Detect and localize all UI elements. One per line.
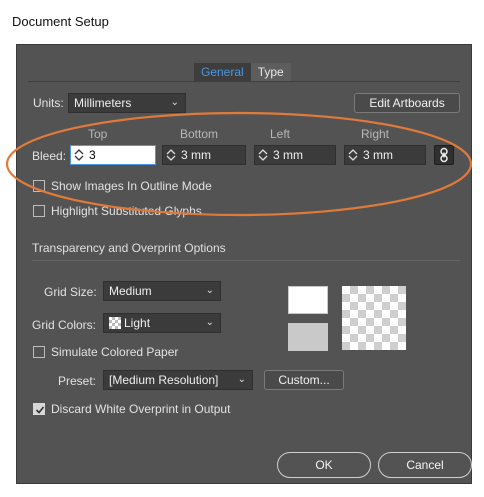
chain-link-icon <box>440 147 448 163</box>
bleed-left-value: 3 mm <box>273 148 303 162</box>
discard-white-label: Discard White Overprint in Output <box>51 402 231 416</box>
highlight-glyphs-checkbox[interactable] <box>33 205 45 217</box>
bleed-left-label: Left <box>270 127 291 141</box>
grid-colors-value: Light <box>124 316 151 330</box>
grid-size-label: Grid Size: <box>44 285 97 299</box>
grid-size-value: Medium <box>109 284 152 298</box>
discard-white-checkbox[interactable] <box>33 403 45 415</box>
paper-color-swatch[interactable] <box>288 286 328 314</box>
tab-type[interactable]: Type <box>250 63 291 81</box>
bleed-right-value: 3 mm <box>363 148 393 162</box>
units-label: Units: <box>33 96 64 110</box>
units-select[interactable]: Millimeters ⌄ <box>68 93 186 113</box>
bleed-bottom-label: Bottom <box>180 127 219 141</box>
units-value: Millimeters <box>74 96 132 110</box>
checkerboard-icon <box>109 317 121 329</box>
title-bar: Document Setup <box>0 0 484 42</box>
checkmark-icon <box>35 406 45 414</box>
chevron-down-icon: ⌄ <box>170 97 179 108</box>
window-title: Document Setup <box>12 14 109 29</box>
cancel-button[interactable]: Cancel <box>378 452 472 478</box>
preset-value: [Medium Resolution] <box>109 373 219 387</box>
spinner-arrows-icon[interactable] <box>74 148 84 162</box>
bleed-right-field[interactable]: 3 mm <box>344 145 426 165</box>
bleed-top-label: Top <box>88 127 108 141</box>
spinner-arrows-icon[interactable] <box>166 148 176 162</box>
chevron-down-icon: ⌄ <box>205 285 214 296</box>
transparency-section-title: Transparency and Overprint Options <box>32 241 226 255</box>
tab-divider <box>28 81 460 82</box>
preset-select[interactable]: [Medium Resolution] ⌄ <box>103 370 253 390</box>
highlight-glyphs-label: Highlight Substituted Glyphs <box>51 204 202 218</box>
preset-label: Preset: <box>58 374 97 388</box>
simulate-paper-label: Simulate Colored Paper <box>51 345 179 359</box>
tab-general[interactable]: General <box>194 63 251 81</box>
bleed-top-value: 3 <box>89 148 96 162</box>
transparency-grid-preview <box>342 286 406 350</box>
bleed-top-field[interactable]: 3 <box>70 145 156 165</box>
chevron-down-icon: ⌄ <box>237 374 246 385</box>
chevron-down-icon: ⌄ <box>205 317 214 328</box>
edit-artboards-button[interactable]: Edit Artboards <box>354 93 460 113</box>
custom-button[interactable]: Custom... <box>264 370 344 390</box>
grid-size-select[interactable]: Medium ⌄ <box>103 281 221 301</box>
spinner-arrows-icon[interactable] <box>348 148 358 162</box>
simulate-paper-checkbox[interactable] <box>33 346 45 358</box>
ok-button[interactable]: OK <box>277 452 371 478</box>
grid-color-swatch[interactable] <box>288 323 328 351</box>
bleed-label: Bleed: <box>32 149 67 163</box>
show-images-outline-checkbox[interactable] <box>33 180 45 192</box>
section-divider <box>32 260 460 261</box>
bleed-right-label: Right <box>361 127 390 141</box>
bleed-bottom-value: 3 mm <box>181 148 211 162</box>
show-images-outline-label: Show Images In Outline Mode <box>51 179 212 193</box>
grid-colors-select[interactable]: Light ⌄ <box>103 313 221 333</box>
spinner-arrows-icon[interactable] <box>258 148 268 162</box>
tab-bar: General Type <box>194 63 291 81</box>
bleed-bottom-field[interactable]: 3 mm <box>162 145 246 165</box>
link-bleed-button[interactable] <box>434 145 454 165</box>
grid-colors-label: Grid Colors: <box>32 318 97 332</box>
bleed-left-field[interactable]: 3 mm <box>254 145 336 165</box>
